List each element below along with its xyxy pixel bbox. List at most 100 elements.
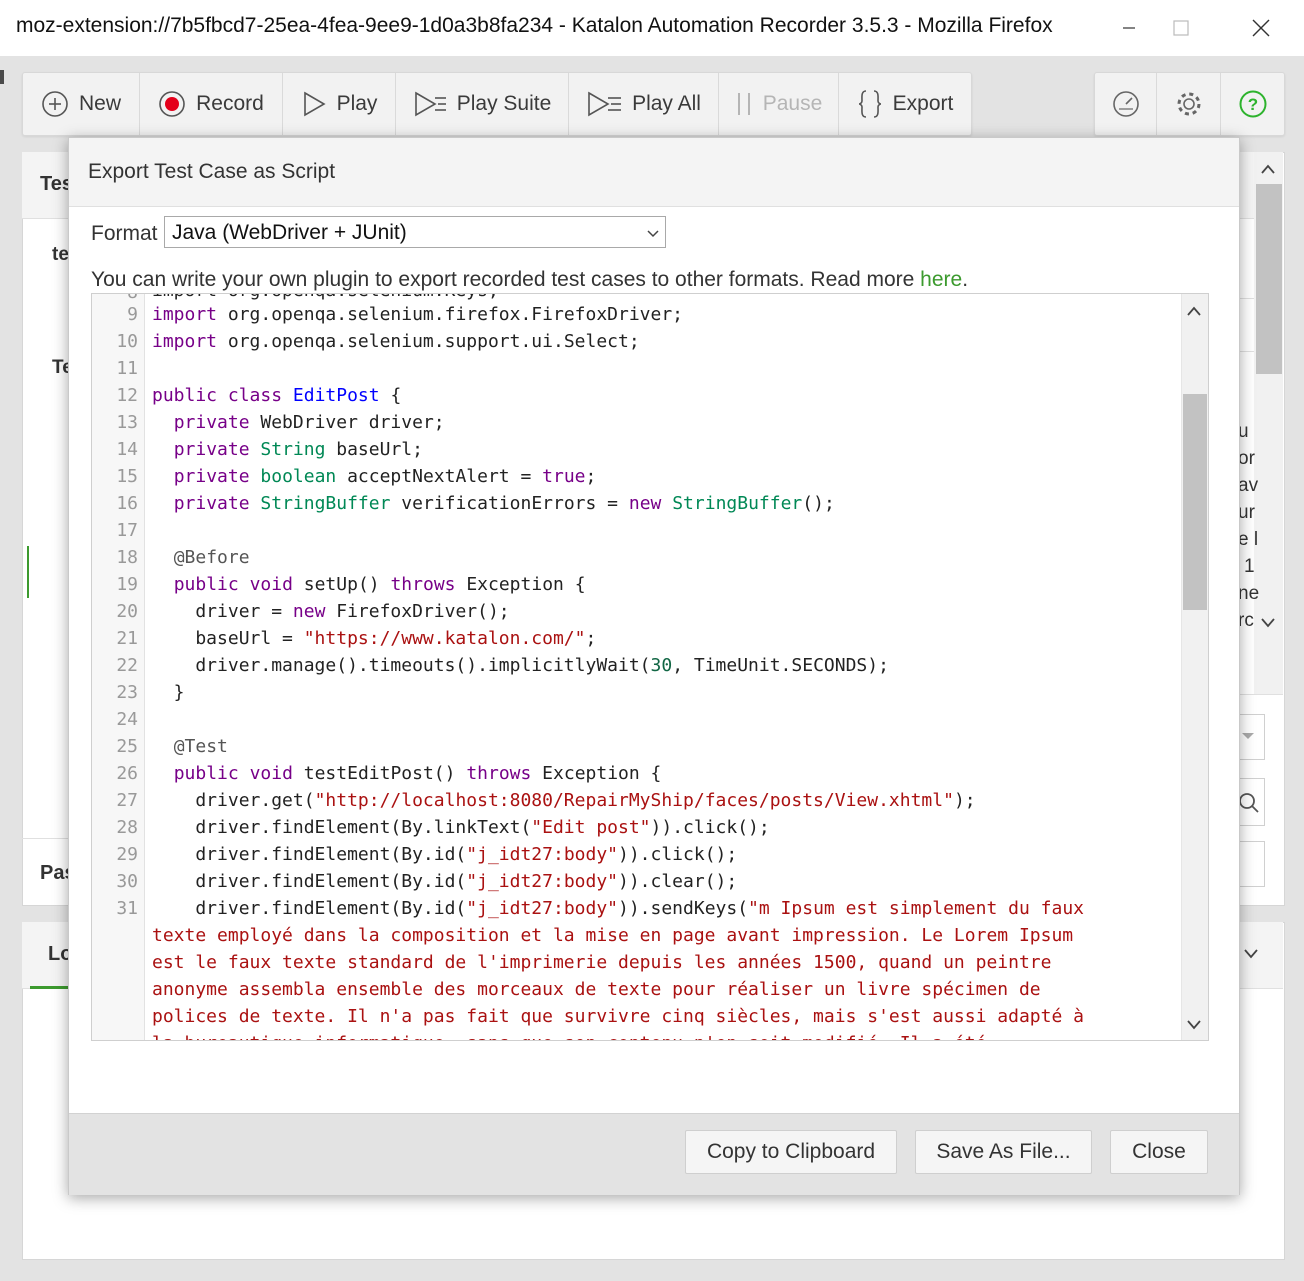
read-more-link[interactable]: here	[920, 268, 962, 291]
panel-row-divider	[1238, 298, 1254, 299]
code-line: driver.findElement(By.linkText("Edit pos…	[152, 817, 770, 838]
code-line: @Before	[173, 547, 250, 568]
play-icon	[303, 91, 326, 117]
code-line: driver.findElement(By.id("j_idt27:body")…	[152, 871, 738, 892]
code-line: public void setUp() throws Exception {	[173, 574, 586, 595]
scroll-down-icon[interactable]	[1186, 1018, 1202, 1036]
play-button[interactable]: Play	[283, 73, 396, 135]
line-number: 24	[116, 709, 138, 730]
scroll-down-icon[interactable]	[1260, 616, 1276, 634]
chevron-down-icon[interactable]	[646, 226, 660, 244]
selected-row-marker	[27, 546, 29, 598]
window-edge-accent	[0, 70, 4, 84]
search-icon	[1239, 793, 1259, 813]
window-titlebar: moz-extension://7b5fbcd7-25ea-4fea-9ee9-…	[0, 0, 1304, 56]
scroll-up-icon[interactable]	[1186, 304, 1202, 322]
dialog-header: Export Test Case as Script	[69, 138, 1239, 207]
new-button[interactable]: New	[23, 73, 140, 135]
command-select[interactable]	[1238, 714, 1265, 760]
panel-divider	[1238, 694, 1283, 695]
line-number: 31	[116, 898, 138, 919]
minimize-icon[interactable]	[1100, 0, 1158, 56]
reference-fragment: ne	[1238, 583, 1260, 604]
code-line: driver.findElement(By.id("j_idt27:body")…	[152, 844, 738, 865]
code-line: import org.openqa.selenium.Keys;	[152, 294, 499, 301]
reference-fragment: rc	[1238, 610, 1254, 631]
code-line: @Test	[173, 736, 228, 757]
code-line: private WebDriver driver;	[173, 412, 445, 433]
braces-icon	[858, 90, 881, 118]
play-suite-icon	[414, 91, 446, 117]
record-label: Record	[196, 92, 264, 115]
record-button[interactable]: Record	[140, 73, 283, 135]
code-line: driver.get("http://localhost:8080/Repair…	[152, 790, 976, 811]
line-number: 21	[116, 628, 138, 649]
reference-fragment: ur	[1238, 502, 1255, 523]
code-line: private boolean acceptNextAlert = true;	[173, 466, 597, 487]
code-line-wrapped: polices de texte. Il n'a pas fait que su…	[152, 1006, 1084, 1027]
gear-icon	[1177, 92, 1200, 116]
scroll-up-icon[interactable]	[1260, 162, 1276, 180]
maximize-icon[interactable]	[1152, 0, 1210, 56]
play-suite-button[interactable]: Play Suite	[396, 73, 569, 135]
line-number: 23	[116, 682, 138, 703]
reference-fragment: av	[1238, 475, 1259, 496]
code-editor[interactable]: 8 9 10 11 12 13 14 15 16 17 18 19 20 21 22 23 24 25 26 27 2…	[91, 293, 1209, 1041]
play-label: Play	[336, 92, 378, 115]
line-number: 20	[116, 601, 138, 622]
play-suite-label: Play Suite	[456, 92, 552, 115]
panel-divider	[22, 838, 68, 839]
close-button[interactable]: Close	[1110, 1130, 1208, 1174]
play-all-icon	[588, 91, 622, 117]
save-as-file-button[interactable]: Save As File...	[915, 1130, 1092, 1174]
panel-fragment-te: te	[52, 244, 69, 265]
pause-label: Pause	[762, 92, 823, 115]
close-icon[interactable]	[1232, 0, 1290, 56]
target-search-button[interactable]	[1238, 778, 1265, 826]
value-input[interactable]	[1238, 841, 1265, 887]
speedometer-button[interactable]	[1095, 73, 1157, 135]
format-select-value: Java (WebDriver + JUnit)	[172, 221, 407, 244]
chevron-down-icon[interactable]	[1243, 947, 1259, 965]
line-number: 11	[116, 358, 138, 379]
line-number: 12	[116, 385, 138, 406]
pause-icon	[737, 93, 750, 115]
export-dialog: Export Test Case as Script Format Java (…	[68, 137, 1240, 1195]
code-line: driver.findElement(By.id("j_idt27:body")…	[152, 898, 1084, 919]
code-line: baseUrl = "https://www.katalon.com/";	[152, 628, 597, 649]
help-button[interactable]: ?	[1221, 73, 1284, 135]
code-line: private String baseUrl;	[173, 439, 423, 460]
line-number: 25	[116, 736, 138, 757]
code-line: public void testEditPost() throws Except…	[173, 763, 662, 784]
line-number: 18	[116, 547, 138, 568]
line-number-gutter: 8 9 10 11 12 13 14 15 16 17 18 19 20 21 22 23 24 25 26 27 2…	[92, 294, 145, 1040]
window-title: moz-extension://7b5fbcd7-25ea-4fea-9ee9-…	[16, 14, 1053, 37]
speedometer-icon	[1112, 91, 1139, 117]
line-number: 17	[116, 520, 138, 541]
format-label: Format	[91, 222, 158, 245]
settings-button[interactable]	[1157, 73, 1221, 135]
line-number: 28	[116, 817, 138, 838]
panel-scrollbar-thumb[interactable]	[1256, 184, 1282, 374]
code-scrollbar-thumb[interactable]	[1183, 394, 1207, 610]
active-tab-indicator	[30, 986, 68, 989]
line-number: 10	[116, 331, 138, 352]
reference-fragment: or	[1238, 448, 1255, 469]
code-line: }	[152, 682, 185, 703]
copy-to-clipboard-button[interactable]: Copy to Clipboard	[685, 1130, 897, 1174]
code-line: import org.openqa.selenium.firefox.Firef…	[152, 304, 684, 325]
play-all-button[interactable]: Play All	[569, 73, 719, 135]
plugin-info-text: You can write your own plugin to export …	[91, 268, 968, 292]
format-select[interactable]: Java (WebDriver + JUnit)	[164, 216, 666, 248]
code-line: private StringBuffer verificationErrors …	[173, 493, 835, 514]
export-button[interactable]: Export	[839, 73, 971, 135]
dialog-title: Export Test Case as Script	[88, 160, 336, 183]
new-label: New	[78, 92, 121, 115]
reference-fragment: 1	[1244, 556, 1255, 577]
line-number: 22	[116, 655, 138, 676]
pause-button[interactable]: Pause	[719, 73, 839, 135]
line-number: 19	[116, 574, 138, 595]
line-number: 30	[116, 871, 138, 892]
code-line-wrapped: texte employé dans la composition et la …	[152, 925, 1074, 946]
